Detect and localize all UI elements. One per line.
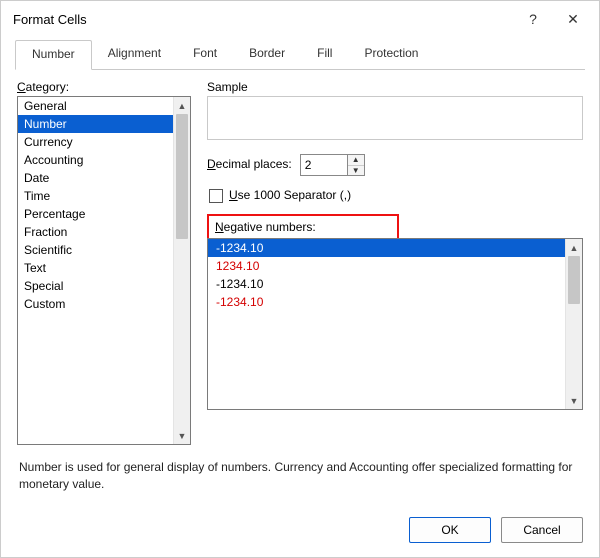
neg-scroll-up-icon[interactable]: ▲: [566, 239, 582, 256]
cancel-button[interactable]: Cancel: [501, 517, 583, 543]
negative-area: Negative numbers: -1234.10 1234.10 -1234…: [207, 204, 583, 410]
category-listbox[interactable]: General Number Currency Accounting Date …: [17, 96, 191, 445]
title-bar: Format Cells ? ✕: [1, 1, 599, 37]
tab-strip: Number Alignment Font Border Fill Protec…: [15, 39, 585, 70]
negative-option-1[interactable]: 1234.10: [208, 257, 565, 275]
tab-protection[interactable]: Protection: [348, 40, 434, 70]
category-item-accounting[interactable]: Accounting: [18, 151, 173, 169]
category-label: Category:: [17, 80, 191, 94]
negative-listbox[interactable]: -1234.10 1234.10 -1234.10 -1234.10 ▲ ▼: [207, 238, 583, 410]
tab-fill[interactable]: Fill: [301, 40, 348, 70]
sample-box: [207, 96, 583, 140]
separator-label[interactable]: Use 1000 Separator (,): [229, 188, 351, 202]
decimal-spinner-buttons: ▲ ▼: [348, 154, 365, 176]
category-item-number[interactable]: Number: [18, 115, 173, 133]
separator-checkbox[interactable]: [209, 189, 223, 203]
category-item-scientific[interactable]: Scientific: [18, 241, 173, 259]
scroll-track[interactable]: [174, 114, 190, 427]
help-button[interactable]: ?: [513, 5, 553, 33]
decimal-input[interactable]: [300, 154, 348, 176]
ok-button[interactable]: OK: [409, 517, 491, 543]
scroll-down-icon[interactable]: ▼: [174, 427, 190, 444]
decimal-row: Decimal places: ▲ ▼: [207, 154, 583, 176]
negative-option-0[interactable]: -1234.10: [208, 239, 565, 257]
category-item-percentage[interactable]: Percentage: [18, 205, 173, 223]
upper-area: Category: General Number Currency Accoun…: [17, 80, 583, 445]
negative-scrollbar[interactable]: ▲ ▼: [565, 239, 582, 409]
description-text: Number is used for general display of nu…: [19, 459, 581, 493]
neg-scroll-down-icon[interactable]: ▼: [566, 392, 582, 409]
tab-number[interactable]: Number: [15, 40, 92, 70]
dialog-title: Format Cells: [13, 12, 513, 27]
negative-label: Negative numbers:: [215, 220, 391, 234]
separator-row: Use 1000 Separator (,): [209, 188, 583, 204]
category-list-items: General Number Currency Accounting Date …: [18, 97, 173, 444]
sample-label: Sample: [207, 80, 583, 94]
category-item-time[interactable]: Time: [18, 187, 173, 205]
decimal-up-icon[interactable]: ▲: [348, 155, 364, 165]
category-item-fraction[interactable]: Fraction: [18, 223, 173, 241]
negative-list-items: -1234.10 1234.10 -1234.10 -1234.10: [208, 239, 565, 409]
category-item-special[interactable]: Special: [18, 277, 173, 295]
options-column: Sample Decimal places: ▲ ▼ Use: [207, 80, 583, 445]
scroll-thumb[interactable]: [176, 114, 188, 239]
negative-option-2[interactable]: -1234.10: [208, 275, 565, 293]
neg-scroll-track[interactable]: [566, 256, 582, 392]
decimal-down-icon[interactable]: ▼: [348, 165, 364, 176]
decimal-spinner: ▲ ▼: [300, 154, 365, 176]
negative-option-3[interactable]: -1234.10: [208, 293, 565, 311]
dialog-footer: OK Cancel: [1, 507, 599, 557]
tab-font[interactable]: Font: [177, 40, 233, 70]
category-item-text[interactable]: Text: [18, 259, 173, 277]
close-button[interactable]: ✕: [553, 5, 593, 33]
category-item-general[interactable]: General: [18, 97, 173, 115]
tab-alignment[interactable]: Alignment: [92, 40, 177, 70]
neg-scroll-thumb[interactable]: [568, 256, 580, 304]
tab-border[interactable]: Border: [233, 40, 301, 70]
dialog-body: Category: General Number Currency Accoun…: [1, 70, 599, 507]
decimal-label: Decimal places:: [207, 157, 292, 171]
sample-group: Sample: [207, 80, 583, 140]
category-column: Category: General Number Currency Accoun…: [17, 80, 191, 445]
category-scrollbar[interactable]: ▲ ▼: [173, 97, 190, 444]
category-item-currency[interactable]: Currency: [18, 133, 173, 151]
category-item-custom[interactable]: Custom: [18, 295, 173, 313]
category-item-date[interactable]: Date: [18, 169, 173, 187]
scroll-up-icon[interactable]: ▲: [174, 97, 190, 114]
format-cells-dialog: Format Cells ? ✕ Number Alignment Font B…: [0, 0, 600, 558]
